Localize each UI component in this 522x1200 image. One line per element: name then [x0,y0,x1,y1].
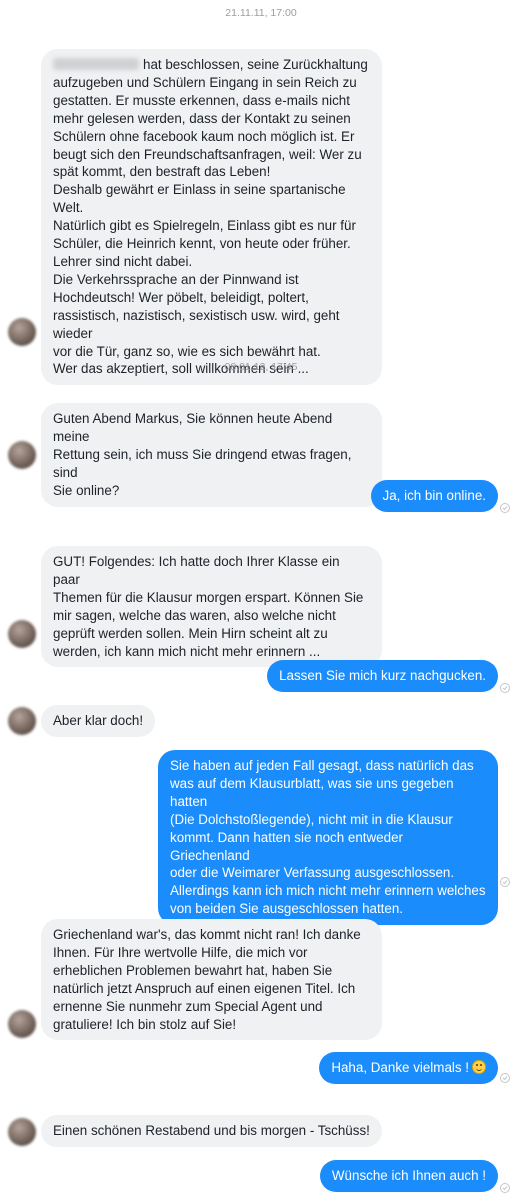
read-receipt-icon [500,503,510,513]
message-incoming[interactable]: Griechenland war's, das kommt nicht ran!… [41,919,382,1041]
avatar[interactable] [8,318,36,346]
message-text: Wünsche ich Ihnen auch ! [331,1168,486,1183]
smiley-icon [472,1060,486,1074]
message-outgoing[interactable]: Lassen Sie mich kurz nachgucken. [267,660,498,692]
avatar[interactable] [8,620,36,648]
message-text: Aber klar doch! [53,713,144,728]
message-incoming[interactable]: hat beschlossen, seine Zurückhaltung auf… [41,49,382,386]
avatar[interactable] [8,707,36,735]
message-incoming[interactable]: GUT! Folgendes: Ich hatte doch Ihrer Kla… [41,546,382,668]
timestamp: 21.11.11, 17:00 [225,7,297,19]
message-text: Lassen Sie mich kurz nachgucken. [279,668,486,683]
message-text: Sie haben auf jeden Fall gesagt, dass na… [170,758,486,917]
avatar[interactable] [8,1118,36,1146]
avatar[interactable] [8,441,36,469]
read-receipt-icon [500,877,510,887]
message-text: Ja, ich bin online. [382,488,486,503]
message-incoming[interactable]: Einen schönen Restabend und bis morgen -… [41,1115,382,1147]
read-receipt-icon [500,1183,510,1193]
message-text: hat beschlossen, seine Zurückhaltung auf… [53,57,368,377]
message-outgoing[interactable]: Ja, ich bin online. [370,480,498,512]
read-receipt-icon [500,1073,510,1083]
message-incoming[interactable]: Guten Abend Markus, Sie können heute Abe… [41,403,382,507]
message-text: Einen schönen Restabend und bis morgen -… [53,1123,370,1138]
message-outgoing[interactable]: Haha, Danke vielmals ! [319,1052,498,1084]
message-incoming[interactable]: Aber klar doch! [41,705,156,737]
message-text: Griechenland war's, das kommt nicht ran!… [53,927,361,1032]
timestamp: 08.01.12, 17:45 [224,361,298,373]
avatar[interactable] [8,1010,36,1038]
read-receipt-icon [500,683,510,693]
message-text: GUT! Folgendes: Ich hatte doch Ihrer Kla… [53,554,364,659]
message-text: Haha, Danke vielmals ! [331,1060,469,1075]
message-text: Guten Abend Markus, Sie können heute Abe… [53,411,352,498]
message-outgoing[interactable]: Sie haben auf jeden Fall gesagt, dass na… [158,750,498,926]
message-outgoing[interactable]: Wünsche ich Ihnen auch ! [319,1160,498,1192]
blurred-sender-name [53,58,139,70]
